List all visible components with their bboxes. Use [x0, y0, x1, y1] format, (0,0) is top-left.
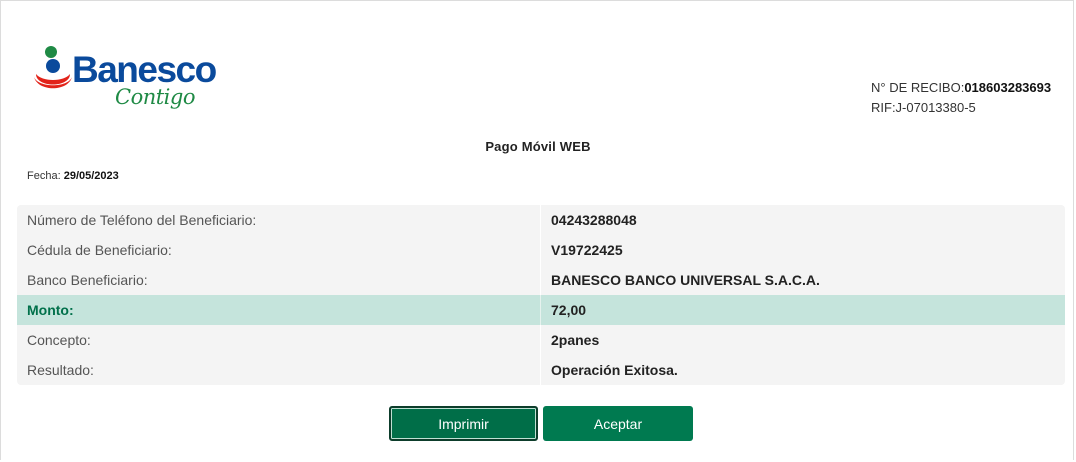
- banesco-logo-mark-icon: [34, 46, 72, 89]
- receipt-number-label: N° DE RECIBO:: [871, 80, 965, 95]
- detail-label: Monto:: [17, 295, 541, 325]
- receipt-number-line: N° DE RECIBO:018603283693: [871, 78, 1065, 98]
- detail-value: Operación Exitosa.: [551, 362, 678, 378]
- date-label: Fecha:: [27, 170, 61, 182]
- detail-row-bank: Banco Beneficiario: BANESCO BANCO UNIVER…: [17, 265, 1065, 295]
- detail-label: Banco Beneficiario:: [17, 265, 541, 295]
- detail-label: Cédula de Beneficiario:: [17, 235, 541, 265]
- receipt-info: N° DE RECIBO:018603283693 RIF:J-07013380…: [871, 78, 1065, 118]
- detail-value: 2panes: [551, 332, 600, 348]
- detail-value: V19722425: [551, 242, 623, 258]
- details-table: Número de Teléfono del Beneficiario: 042…: [17, 205, 1065, 385]
- date-value: 29/05/2023: [63, 170, 119, 182]
- detail-value: BANESCO BANCO UNIVERSAL S.A.C.A.: [551, 272, 820, 288]
- print-button[interactable]: Imprimir: [389, 406, 538, 441]
- page-title: Pago Móvil WEB: [485, 139, 591, 154]
- detail-row-id: Cédula de Beneficiario: V19722425: [17, 235, 1065, 265]
- date-line: Fecha: 29/05/2023: [27, 170, 119, 182]
- detail-row-phone: Número de Teléfono del Beneficiario: 042…: [17, 205, 1065, 235]
- detail-value: 72,00: [551, 302, 587, 318]
- detail-label: Número de Teléfono del Beneficiario:: [17, 205, 541, 235]
- rif-line: RIF:J-07013380-5: [871, 100, 976, 115]
- detail-label: Resultado:: [17, 355, 541, 385]
- banesco-logo: Banesco Contigo: [34, 42, 234, 122]
- detail-row-amount: Monto: 72,00: [17, 295, 1065, 325]
- detail-row-result: Resultado: Operación Exitosa.: [17, 355, 1065, 385]
- receipt-number-value: 018603283693: [964, 80, 1052, 95]
- accept-button[interactable]: Aceptar: [543, 406, 693, 441]
- logo-tagline: Contigo: [115, 85, 195, 109]
- detail-label: Concepto:: [17, 325, 541, 355]
- detail-value: 04243288048: [551, 212, 637, 228]
- detail-row-concept: Concepto: 2panes: [17, 325, 1065, 355]
